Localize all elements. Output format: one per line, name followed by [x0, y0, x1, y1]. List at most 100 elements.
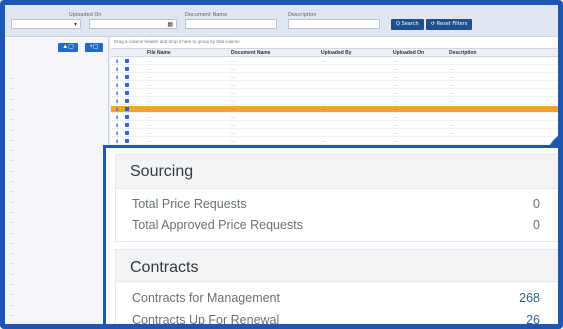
cell-file: ...: [147, 122, 152, 128]
contracts-up-for-renewal-value[interactable]: 26: [526, 313, 540, 324]
cell-doc: ...: [231, 98, 236, 104]
sidebar-folder-item[interactable]: ...: [10, 323, 14, 324]
app-frame: Uploaded On ▾ ▦ Document Name Descriptio…: [0, 0, 563, 329]
cell-on: ...: [393, 90, 398, 96]
sidebar-folder-item[interactable]: ...: [10, 303, 14, 309]
sidebar-folder-item[interactable]: ...: [10, 158, 14, 164]
download-icon[interactable]: ⬇: [115, 67, 119, 73]
total-price-requests-label: Total Price Requests: [132, 197, 247, 211]
download-icon[interactable]: ⬇: [115, 107, 119, 113]
folder-sidebar: ▲▢ +▢ ..................................…: [5, 37, 109, 324]
cell-on: ...: [393, 138, 398, 144]
table-row[interactable]: ⬇............: [111, 122, 558, 129]
document-icon: [125, 123, 129, 127]
contracts-up-for-renewal-label[interactable]: Contracts Up For Renewal: [132, 313, 279, 324]
table-row[interactable]: ⬇............: [111, 130, 558, 137]
cell-by: ...: [321, 58, 326, 64]
cell-on: ...: [393, 74, 398, 80]
cell-file: ...: [147, 82, 152, 88]
col-uploaded-on[interactable]: Uploaded On: [393, 50, 424, 56]
cell-doc: ...: [231, 138, 236, 144]
chevron-down-icon: ▾: [73, 22, 77, 28]
sidebar-folder-item[interactable]: ...: [10, 138, 14, 144]
status-select[interactable]: ▾: [11, 19, 81, 29]
sidebar-folder-item[interactable]: ...: [10, 97, 14, 103]
calendar-icon[interactable]: ▦: [167, 21, 173, 28]
total-price-requests-value: 0: [533, 197, 540, 211]
sidebar-folder-item[interactable]: ...: [10, 313, 14, 319]
col-document-name[interactable]: Document Name: [231, 50, 270, 56]
contracts-for-management-label[interactable]: Contracts for Management: [132, 291, 280, 305]
sidebar-folder-item[interactable]: ...: [10, 189, 14, 195]
sidebar-folder-item[interactable]: ...: [10, 282, 14, 288]
document-icon: [125, 139, 129, 143]
table-row[interactable]: ⬇............: [111, 58, 558, 65]
uploaded-on-label: Uploaded On: [69, 12, 102, 18]
download-icon[interactable]: ⬇: [115, 75, 119, 81]
cell-desc: ...: [449, 98, 454, 104]
document-name-label: Document Name: [185, 12, 228, 18]
cell-desc: ...: [449, 122, 454, 128]
cell-file: ...: [147, 90, 152, 96]
uploaded-on-input[interactable]: ▦: [89, 19, 177, 29]
document-icon: [125, 99, 129, 103]
sidebar-folder-item[interactable]: ...: [10, 76, 14, 82]
sidebar-folder-item[interactable]: ...: [10, 107, 14, 113]
cell-doc: ...: [231, 130, 236, 136]
sidebar-folder-item[interactable]: ...: [10, 169, 14, 175]
table-row[interactable]: ⬇............: [111, 82, 558, 89]
table-row[interactable]: ⬇............: [111, 66, 558, 73]
download-icon[interactable]: ⬇: [115, 83, 119, 89]
total-approved-price-requests-value: 0: [533, 218, 540, 232]
download-icon[interactable]: ⬇: [115, 115, 119, 121]
sidebar-folder-item[interactable]: ...: [10, 251, 14, 257]
filter-bar: Uploaded On ▾ ▦ Document Name Descriptio…: [5, 5, 558, 37]
cell-doc: ...: [231, 82, 236, 88]
download-icon[interactable]: ⬇: [115, 59, 119, 65]
table-row[interactable]: ⬇............: [111, 138, 558, 145]
table-row[interactable]: ⬇............: [111, 74, 558, 81]
sidebar-folder-item[interactable]: ...: [10, 210, 14, 216]
sidebar-folder-item[interactable]: ...: [10, 86, 14, 92]
col-description[interactable]: Description: [449, 50, 477, 56]
sidebar-folder-item[interactable]: ...: [10, 200, 14, 206]
sidebar-folder-item[interactable]: ...: [10, 220, 14, 226]
download-icon[interactable]: ⬇: [115, 99, 119, 105]
sidebar-folder-item[interactable]: ...: [10, 272, 14, 278]
sidebar-folder-item[interactable]: ...: [10, 261, 14, 267]
reset-filters-button[interactable]: ⟳ Reset Filters: [426, 19, 473, 30]
search-button[interactable]: Q Search: [391, 19, 424, 30]
download-icon[interactable]: ⬇: [115, 91, 119, 97]
contracts-for-management-value[interactable]: 268: [519, 291, 540, 305]
sidebar-folder-item[interactable]: ...: [10, 128, 14, 134]
cell-doc: ...: [231, 106, 236, 112]
col-uploaded-by[interactable]: Uploaded By: [321, 50, 352, 56]
cell-doc: ...: [231, 90, 236, 96]
download-icon[interactable]: ⬇: [115, 123, 119, 129]
add-folder-button[interactable]: +▢: [85, 43, 103, 52]
sidebar-folder-item[interactable]: ...: [10, 117, 14, 123]
cell-on: ...: [393, 122, 398, 128]
sidebar-folder-item[interactable]: ...: [10, 292, 14, 298]
table-header: File Name Document Name Uploaded By Uplo…: [111, 48, 558, 57]
table-row[interactable]: ⬇............: [111, 98, 558, 105]
download-icon[interactable]: ⬇: [115, 131, 119, 137]
document-icon: [125, 59, 129, 63]
upload-folder-button[interactable]: ▲▢: [58, 43, 78, 52]
table-row[interactable]: ⬇.........: [111, 114, 558, 121]
cell-desc: ...: [449, 66, 454, 72]
contracts-panel: Contracts Contracts for Management 268 C…: [115, 249, 558, 324]
sidebar-folder-item[interactable]: ...: [10, 231, 14, 237]
sidebar-folder-item[interactable]: ...: [10, 148, 14, 154]
document-name-input[interactable]: [185, 19, 277, 29]
table-row[interactable]: ⬇............: [111, 106, 558, 113]
cell-file: ...: [147, 106, 152, 112]
table-row[interactable]: ⬇............: [111, 90, 558, 97]
cell-by: ...: [321, 138, 326, 144]
description-input[interactable]: [288, 19, 380, 29]
sidebar-folder-item[interactable]: ...: [10, 241, 14, 247]
sidebar-folder-item[interactable]: ...: [10, 179, 14, 185]
download-icon[interactable]: ⬇: [115, 139, 119, 145]
col-file-name[interactable]: File Name: [147, 50, 171, 56]
cell-file: ...: [147, 74, 152, 80]
